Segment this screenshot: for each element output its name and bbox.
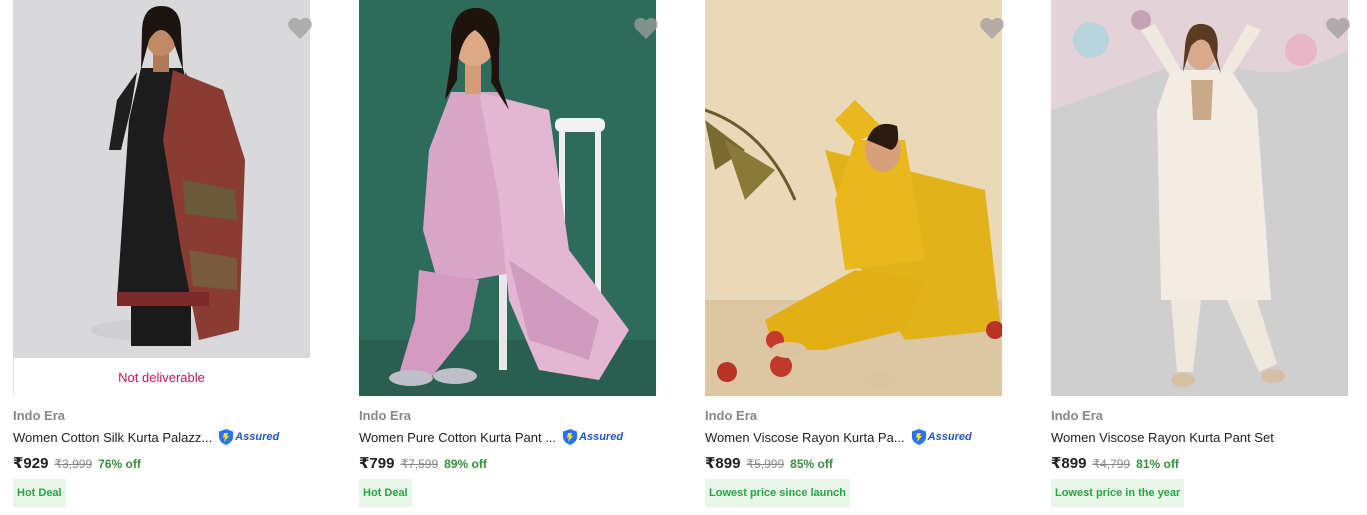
wishlist-heart-icon[interactable]	[287, 16, 313, 40]
product-image[interactable]	[705, 0, 1002, 396]
assured-badge: Assured	[911, 428, 972, 446]
wishlist-heart-icon[interactable]	[979, 16, 1005, 40]
brand-name: Indo Era	[1051, 408, 1104, 423]
assured-shield-icon	[563, 429, 578, 445]
wishlist-heart-icon[interactable]	[633, 16, 659, 40]
deal-tag: Lowest price since launch	[705, 479, 850, 507]
assured-badge: Assured	[218, 428, 279, 446]
product-image[interactable]	[13, 0, 310, 358]
product-title[interactable]: Women Viscose Rayon Kurta Pant Set	[1051, 430, 1274, 445]
discount-percent: 89% off	[444, 457, 487, 471]
availability-label: Not deliverable	[118, 370, 205, 385]
product-card[interactable]: Not deliverable Indo Era Women Cotton Si…	[13, 0, 313, 515]
original-price: ₹7,599	[400, 457, 439, 471]
product-image[interactable]	[359, 0, 656, 396]
assured-shield-icon	[911, 429, 926, 445]
deal-tag: Hot Deal	[13, 479, 66, 507]
assured-shield-icon	[219, 429, 234, 445]
assured-label: Assured	[579, 431, 624, 443]
kurta-photo-white-icon	[1051, 0, 1348, 396]
original-price: ₹3,999	[54, 457, 93, 471]
wishlist-heart-icon[interactable]	[1325, 16, 1351, 40]
kurta-photo-black-icon	[13, 0, 310, 358]
brand-name: Indo Era	[13, 408, 66, 423]
product-card[interactable]: Indo Era Women Viscose Rayon Kurta Pant …	[1051, 0, 1351, 515]
deal-tag: Hot Deal	[359, 479, 412, 507]
product-title[interactable]: Women Pure Cotton Kurta Pant ...	[359, 430, 556, 445]
selling-price: ₹799	[359, 455, 395, 472]
deal-tag: Lowest price in the year	[1051, 479, 1185, 507]
discount-percent: 81% off	[1136, 457, 1179, 471]
product-card[interactable]: Indo Era Women Pure Cotton Kurta Pant ..…	[359, 0, 659, 515]
brand-name: Indo Era	[359, 408, 412, 423]
original-price: ₹4,799	[1092, 457, 1131, 471]
kurta-photo-yellow-icon	[705, 0, 1002, 396]
kurta-photo-pink-icon	[359, 0, 656, 396]
assured-label: Assured	[927, 431, 972, 443]
selling-price: ₹899	[1051, 455, 1087, 472]
product-card[interactable]: Indo Era Women Viscose Rayon Kurta Pa...…	[705, 0, 1005, 515]
selling-price: ₹929	[13, 455, 49, 472]
discount-percent: 85% off	[790, 457, 833, 471]
product-title[interactable]: Women Viscose Rayon Kurta Pa...	[705, 430, 905, 445]
original-price: ₹5,999	[746, 457, 785, 471]
assured-badge: Assured	[562, 428, 623, 446]
product-title[interactable]: Women Cotton Silk Kurta Palazz...	[13, 430, 212, 445]
selling-price: ₹899	[705, 455, 741, 472]
assured-label: Assured	[235, 431, 280, 443]
discount-percent: 76% off	[98, 457, 141, 471]
product-image[interactable]	[1051, 0, 1348, 396]
brand-name: Indo Era	[705, 408, 758, 423]
